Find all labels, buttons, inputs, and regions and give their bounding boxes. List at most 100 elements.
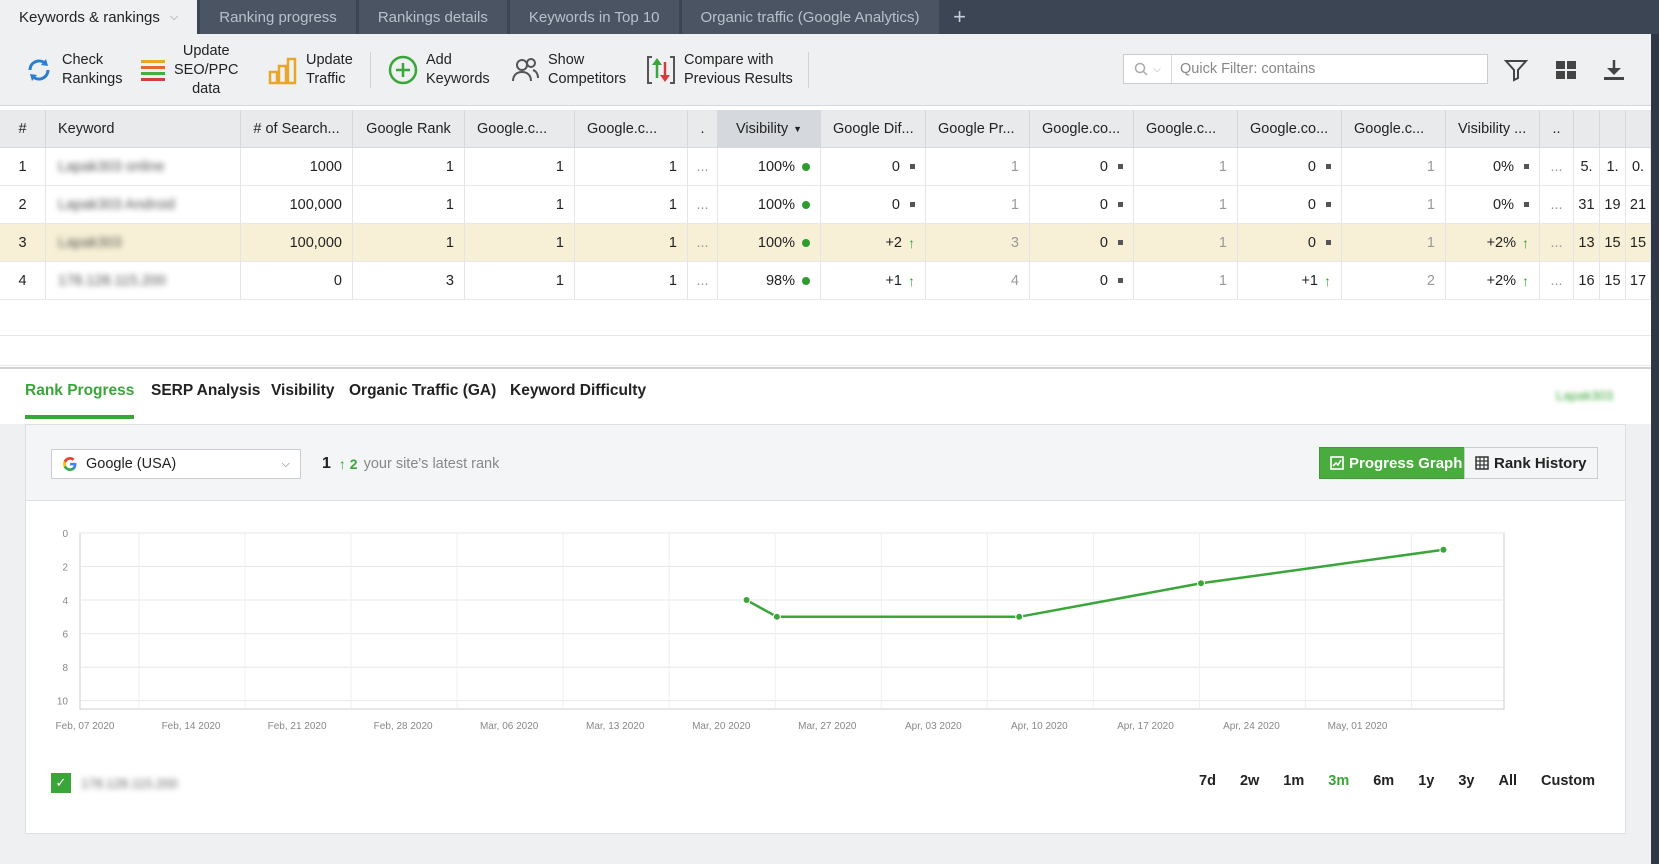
range-all[interactable]: All [1498, 773, 1517, 789]
tab-keyword-difficulty[interactable]: Keyword Difficulty [510, 382, 646, 415]
col-header-google-c4[interactable]: Google.c... [1342, 110, 1446, 147]
table-row[interactable]: 2 Lapak303 Android 100,000 1 1 1 ... 100… [0, 186, 1651, 224]
col-header-keyword[interactable]: Keyword [46, 110, 241, 147]
date-range-selector: 7d 2w 1m 3m 6m 1y 3y All Custom [1175, 773, 1595, 789]
status-dot-icon [802, 238, 810, 247]
table-row[interactable]: 1 Lapak303 online 1000 1 1 1 ... 100% 0 … [0, 148, 1651, 186]
no-change-icon [910, 164, 915, 169]
tab-rankings-details[interactable]: Rankings details [358, 0, 507, 34]
table-row[interactable]: 3 Lapak303 100,000 1 1 1 ... 100% +2 ↑ 3 … [0, 224, 1651, 262]
range-3m[interactable]: 3m [1328, 773, 1349, 789]
rank-history-button[interactable]: Rank History [1464, 447, 1598, 479]
col-header-google-co2[interactable]: Google.co... [1238, 110, 1342, 147]
col-header-google-diff[interactable]: Google Dif... [821, 110, 926, 147]
col-header-google-pr[interactable]: Google Pr... [926, 110, 1030, 147]
row-diff: 0 [821, 186, 926, 223]
vis2-value: 0% [1493, 196, 1514, 213]
add-keywords-button[interactable]: Add Keywords [388, 42, 490, 98]
range-1m[interactable]: 1m [1283, 773, 1304, 789]
row-keyword: Lapak303 [46, 224, 241, 261]
data-point [1197, 579, 1206, 588]
tab-bar: Keywords & rankings ⌵ Ranking progress R… [0, 0, 1659, 34]
check-rankings-button[interactable]: Check Rankings [24, 42, 122, 98]
col-header-x2[interactable] [1600, 110, 1626, 147]
tab-keywords-top10[interactable]: Keywords in Top 10 [509, 0, 679, 34]
col-header-num[interactable]: # [0, 110, 46, 147]
series-checkbox[interactable]: ✓ [51, 773, 71, 793]
col-header-google-co1[interactable]: Google.co... [1030, 110, 1134, 147]
col-header-google-rank[interactable]: Google Rank [353, 110, 465, 147]
diff-value: 0 [891, 196, 900, 213]
status-dot-icon [802, 276, 810, 285]
refresh-icon [28, 59, 50, 81]
range-7d[interactable]: 7d [1199, 773, 1216, 789]
tab-keywords-rankings[interactable]: Keywords & rankings ⌵ [0, 0, 198, 34]
latest-rank: 1 ↑ 2 your site's latest rank [322, 455, 499, 473]
update-traffic-button[interactable]: Update Traffic [268, 42, 353, 98]
row-co1: 0 [1030, 224, 1134, 261]
row-searches: 100,000 [241, 186, 353, 223]
chevron-down-icon[interactable]: ⌵ [170, 11, 178, 24]
col-header-google-c1[interactable]: Google.c... [465, 110, 575, 147]
col-header-x1[interactable] [1574, 110, 1600, 147]
download-icon[interactable] [1600, 56, 1628, 84]
x-tick-label: Apr, 10 2020 [1011, 721, 1068, 732]
tab-label: Organic traffic (Google Analytics) [700, 8, 920, 26]
col-header-searches[interactable]: # of Search... [241, 110, 353, 147]
search-engine-select[interactable]: Google (USA) ⌵ [51, 449, 301, 479]
table-row[interactable]: 4 178.128.115.200 0 3 1 1 ... 98% +1 ↑ 4 … [0, 262, 1651, 300]
range-2w[interactable]: 2w [1240, 773, 1259, 789]
row-rank: 1 [353, 148, 465, 185]
rank-note: your site's latest rank [363, 456, 500, 472]
engine-label: Google (USA) [86, 456, 177, 472]
co1-value: 0 [1099, 234, 1108, 251]
col-header-label: Visibility [735, 120, 789, 137]
range-custom[interactable]: Custom [1541, 773, 1595, 789]
search-icon[interactable]: ⌵ [1124, 55, 1172, 83]
row-x3: 17 [1626, 262, 1651, 299]
col-header-visibility-2[interactable]: Visibility ... [1446, 110, 1540, 147]
col-header-collapsed[interactable]: . [688, 110, 718, 147]
row-c4: 1 [1342, 186, 1446, 223]
tab-visibility[interactable]: Visibility [271, 382, 334, 415]
col-header-x3[interactable] [1626, 110, 1651, 147]
compare-results-button[interactable]: Compare with Previous Results [646, 42, 793, 98]
filter-icon[interactable] [1502, 56, 1530, 84]
tab-serp-analysis[interactable]: SERP Analysis [151, 382, 260, 415]
tab-rank-progress[interactable]: Rank Progress [25, 382, 135, 419]
update-seo-button[interactable]: Update SEO/PPC data [140, 42, 238, 98]
x-tick-label: May, 01 2020 [1328, 721, 1388, 732]
table-icon [1475, 456, 1489, 470]
row-keyword: 178.128.115.200 [46, 262, 241, 299]
row-collapsed-2: ... [1540, 186, 1574, 223]
tab-organic-traffic-ga[interactable]: Organic Traffic (GA) [349, 382, 496, 415]
x-tick-label: Apr, 17 2020 [1117, 721, 1174, 732]
row-x3: 15 [1626, 224, 1651, 261]
range-6m[interactable]: 6m [1373, 773, 1394, 789]
x-tick-label: Feb, 21 2020 [268, 721, 327, 732]
col-header-google-c2[interactable]: Google.c... [575, 110, 688, 147]
col-header-collapsed-2[interactable]: .. [1540, 110, 1574, 147]
row-visibility: 98% [718, 262, 821, 299]
no-change-icon [1326, 240, 1331, 245]
row-c4: 1 [1342, 148, 1446, 185]
range-1y[interactable]: 1y [1418, 773, 1434, 789]
row-vis2: +2% ↑ [1446, 224, 1540, 261]
quick-filter-input[interactable] [1180, 61, 1460, 77]
rank-history-label: Rank History [1494, 454, 1587, 472]
columns-icon[interactable] [1552, 56, 1580, 84]
add-tab-button[interactable]: + [942, 0, 978, 34]
tab-ranking-progress[interactable]: Ranking progress [200, 0, 356, 34]
toolbar-divider [370, 52, 371, 88]
col-header-google-c3[interactable]: Google.c... [1134, 110, 1238, 147]
graph-icon [1330, 456, 1344, 470]
col-header-visibility[interactable]: Visibility ▼ [718, 110, 821, 147]
arrow-up-icon: ↑ [1522, 234, 1529, 251]
progress-graph-button[interactable]: Progress Graph [1319, 447, 1474, 479]
range-3y[interactable]: 3y [1458, 773, 1474, 789]
panel-splitter[interactable] [0, 367, 1651, 369]
legend-label: 178.128.115.200 [81, 775, 178, 791]
tab-organic-traffic[interactable]: Organic traffic (Google Analytics) [681, 0, 939, 34]
show-competitors-button[interactable]: Show Competitors [510, 42, 626, 98]
row-pr: 1 [926, 148, 1030, 185]
